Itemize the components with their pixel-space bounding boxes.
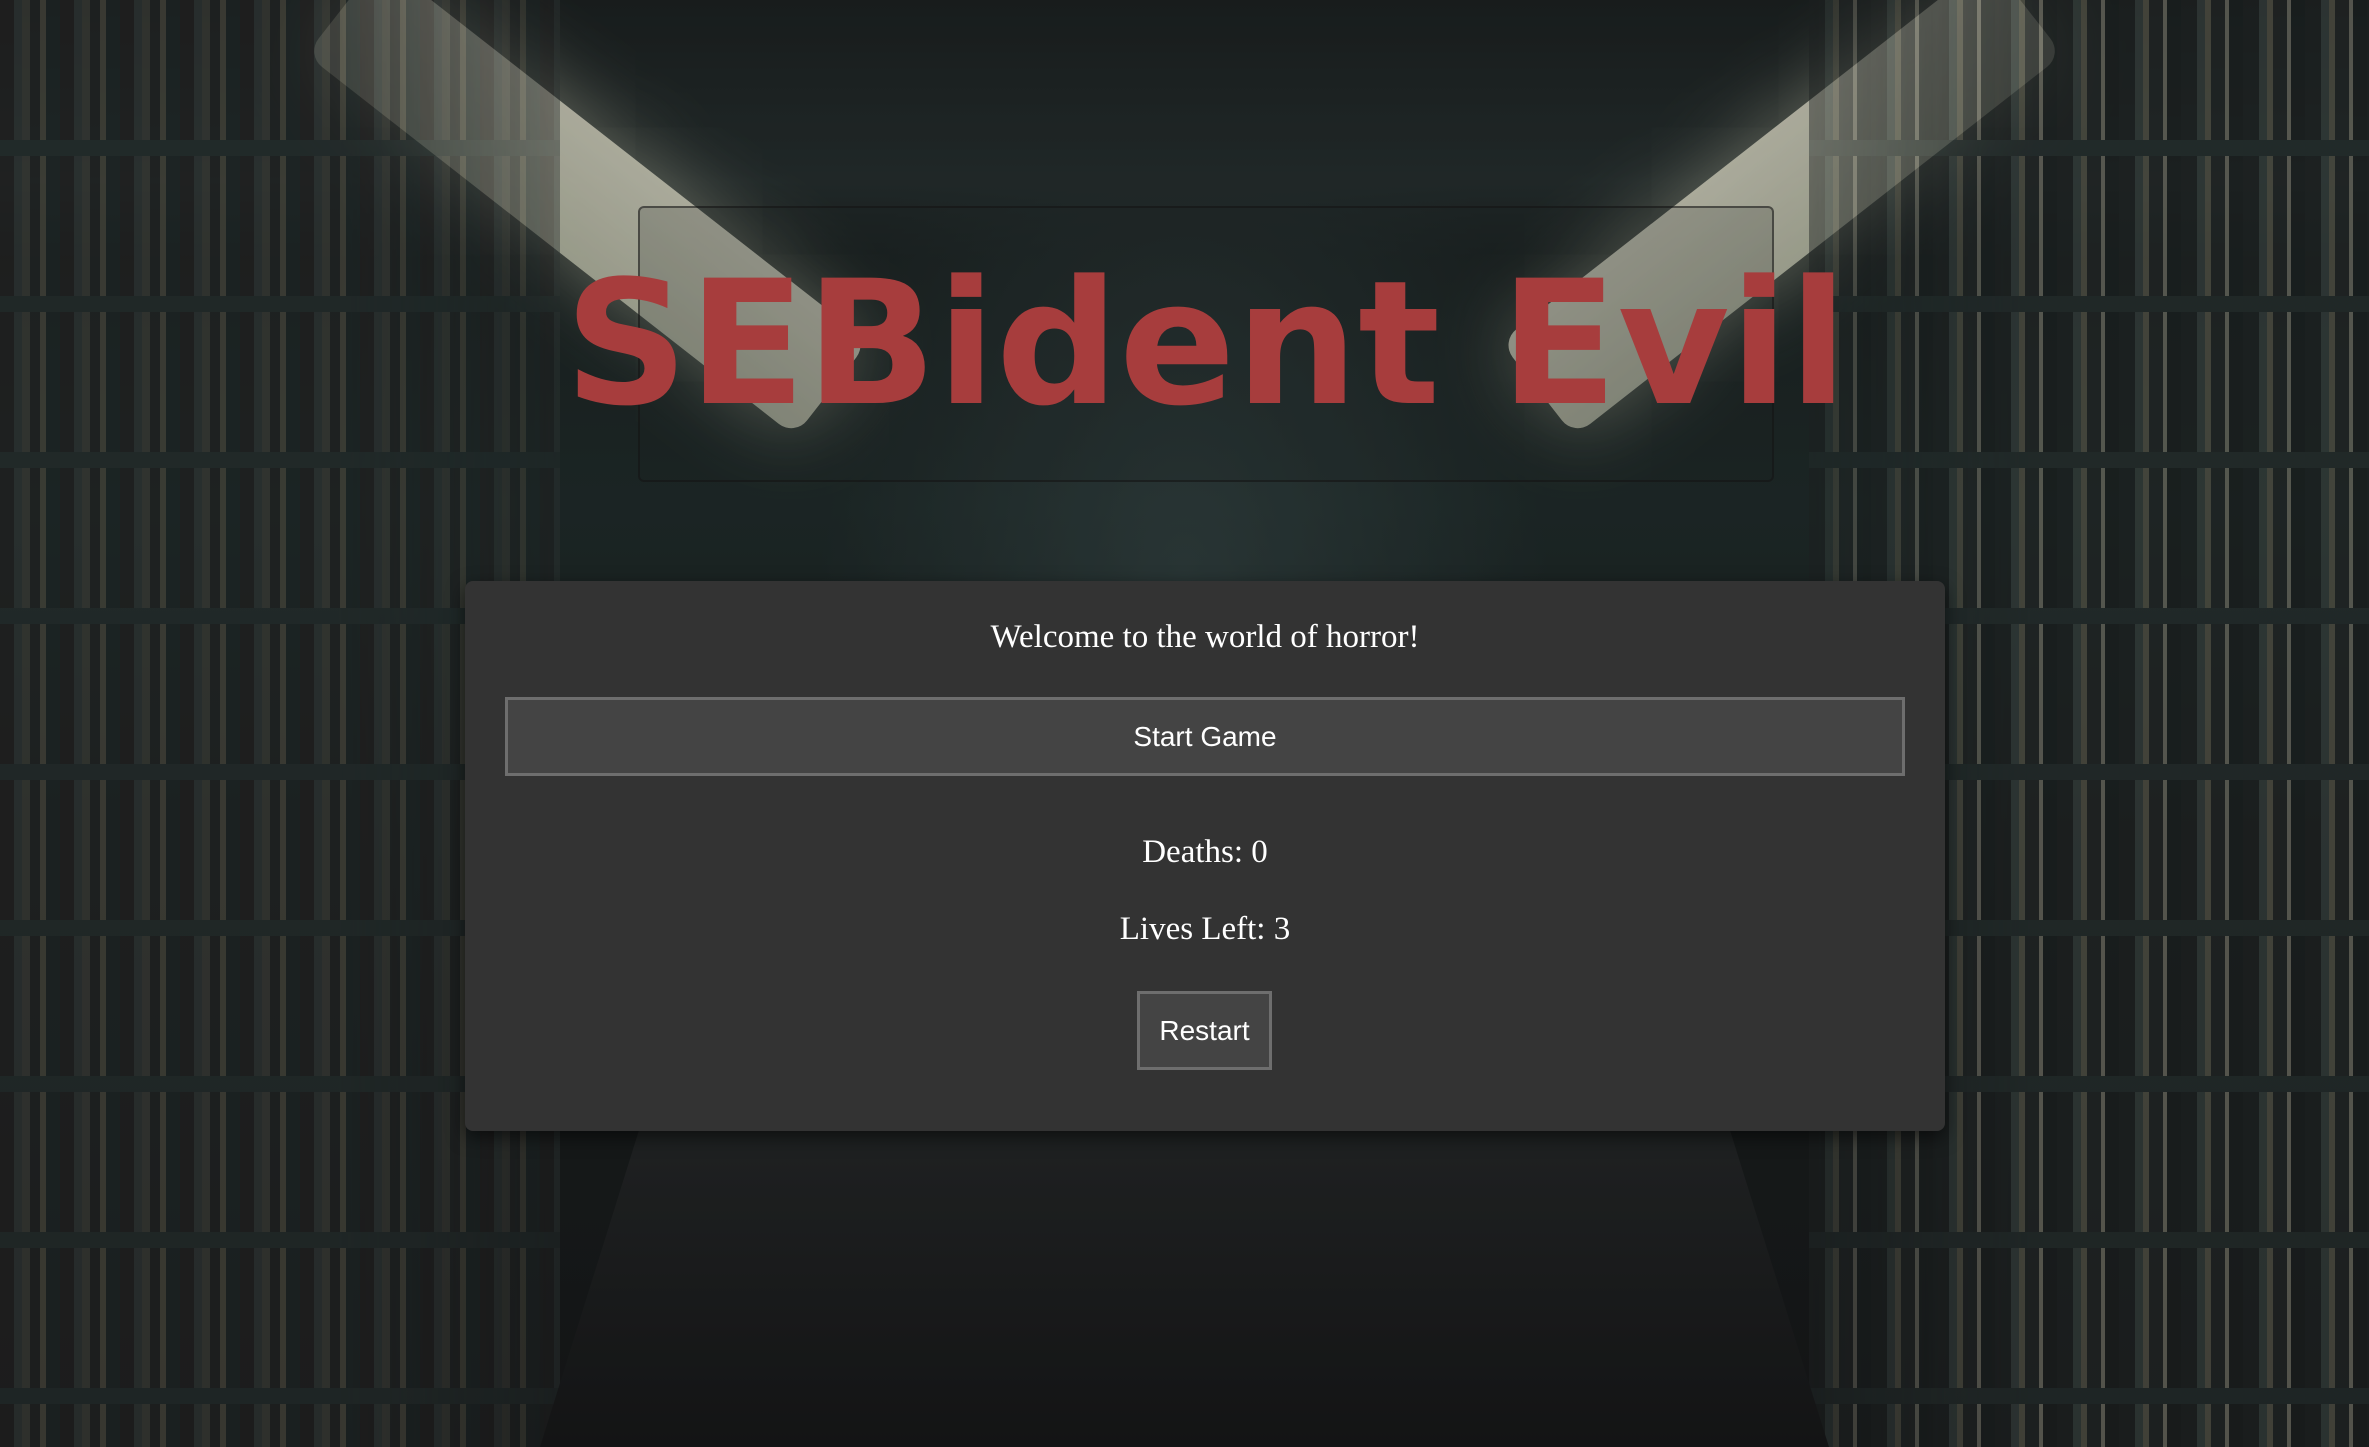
game-title: SEBident Evil	[564, 243, 1848, 444]
restart-button[interactable]: Restart	[1137, 991, 1272, 1070]
deaths-counter: Deaths: 0	[465, 834, 1945, 871]
deaths-label: Deaths:	[1142, 834, 1244, 870]
lives-label: Lives Left:	[1119, 911, 1266, 947]
lives-value: 3	[1273, 911, 1291, 947]
deaths-value: 0	[1251, 834, 1268, 870]
lives-counter: Lives Left: 3	[465, 911, 1945, 948]
game-panel: Welcome to the world of horror! Start Ga…	[465, 581, 1945, 1131]
welcome-message: Welcome to the world of horror!	[990, 619, 1420, 655]
start-game-button[interactable]: Start Game	[505, 697, 1905, 776]
title-box: SEBident Evil	[564, 206, 1848, 482]
